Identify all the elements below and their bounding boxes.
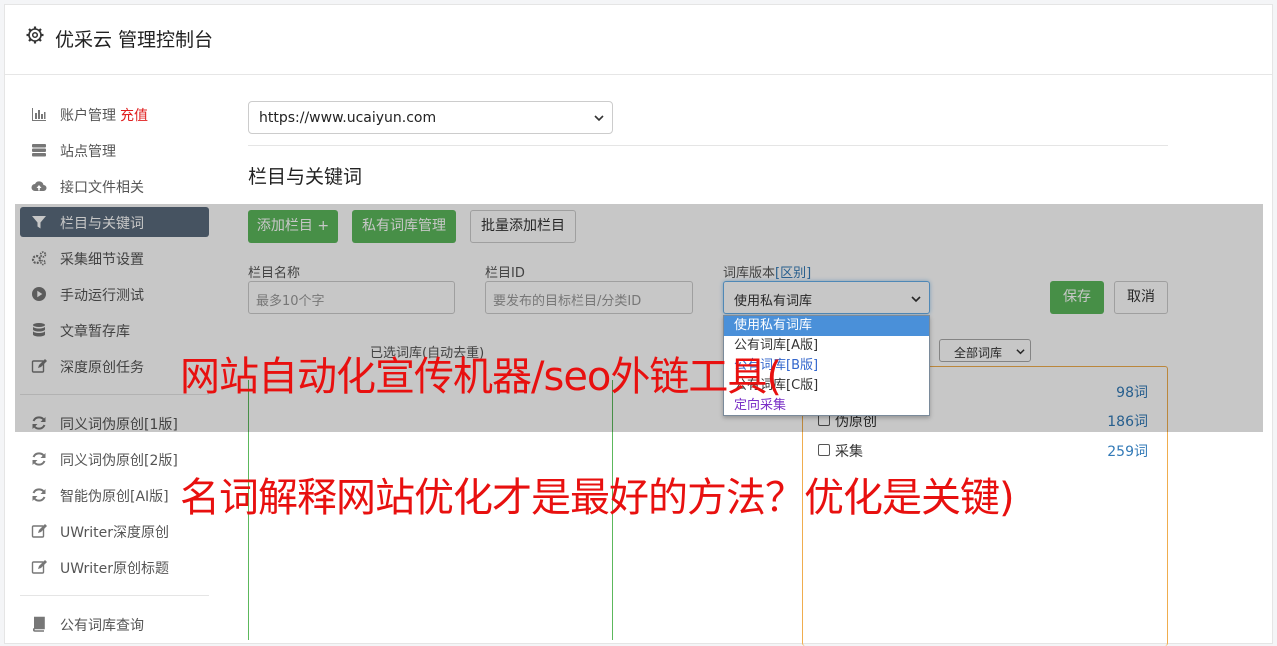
sidebar-item-label: 接口文件相关 [60,180,144,196]
sidebar-item-label: UWriter原创标题 [60,561,169,577]
page-header: 优采云 管理控制台 [5,5,1272,75]
server-icon [32,144,46,157]
sidebar-item-label: 账户管理 [60,108,116,124]
sidebar-item-interface[interactable]: 接口文件相关 [20,171,209,201]
watermark-line-2: 名词解释网站优化才是最好的方法？优化是关键) [180,475,1015,521]
library-count[interactable]: 259词 [1107,441,1148,461]
book-icon [33,616,45,632]
sidebar-item-label: 站点管理 [60,144,116,160]
sidebar-item-account[interactable]: 账户管理 充值 [20,99,209,129]
page-title: 优采云 管理控制台 [55,29,214,51]
recharge-link[interactable]: 充值 [120,108,148,124]
sidebar-item-label: UWriter深度原创 [60,525,169,541]
dropdown-option[interactable]: 使用私有词库 [724,316,929,336]
library-checkbox[interactable] [818,444,830,456]
watermark-line-1: 网站自动化宣传机器/seo外链工具( [180,354,782,400]
section-title: 栏目与关键词 [248,166,363,188]
library-name: 采集 [835,444,863,460]
chevron-down-icon [594,115,604,122]
site-select-value: https://www.ucaiyun.com [259,110,437,126]
sidebar-item-uwriter-title[interactable]: UWriter原创标题 [20,552,209,582]
refresh-icon [32,452,46,466]
sidebar-item-public-lib[interactable]: 公有词库查询 [20,609,209,639]
site-select[interactable]: https://www.ucaiyun.com [248,101,613,134]
edit-icon [31,560,47,574]
divider [248,145,1168,146]
cloud-upload-icon [31,181,47,191]
bar-chart-icon [32,108,46,121]
sidebar-item-label: 公有词库查询 [60,618,144,634]
sidebar-divider [20,595,209,596]
sidebar-item-label: 智能伪原创[AI版] [60,489,169,505]
edit-icon [31,524,47,538]
refresh-icon [32,488,46,502]
library-row[interactable]: 采集 259词 [818,441,1148,461]
sidebar-item-label: 同义词伪原创[2版] [60,453,178,469]
gear-icon [26,26,44,44]
sidebar-item-sites[interactable]: 站点管理 [20,135,209,165]
